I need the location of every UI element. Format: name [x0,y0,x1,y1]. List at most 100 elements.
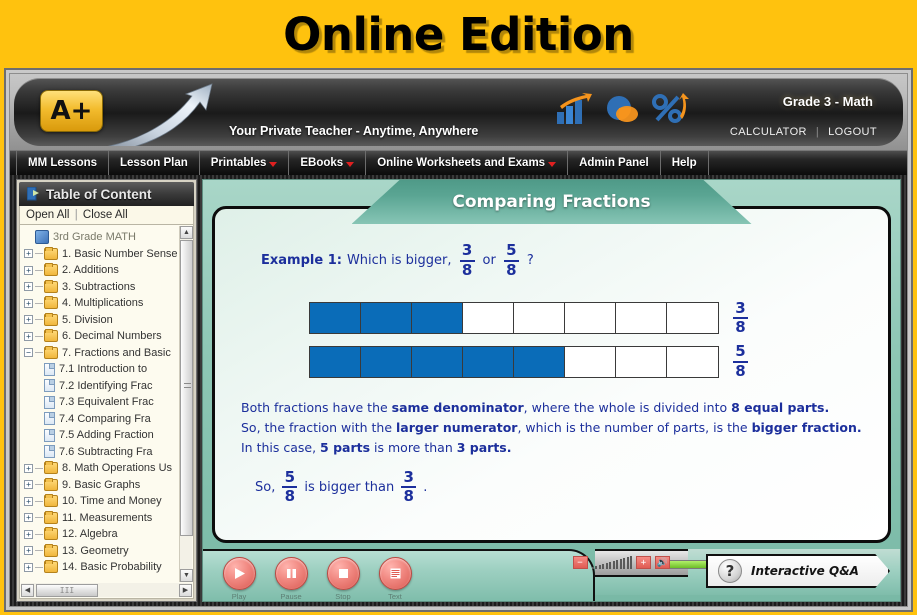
expand-icon[interactable]: + [24,282,33,292]
toc-tree-item[interactable]: +8. Math Operations Us [20,460,179,477]
expand-icon[interactable]: + [24,298,33,308]
toc-tree-item[interactable]: +6. Decimal Numbers [20,328,179,345]
toc-header: Table of Content [19,182,194,206]
close-all-link[interactable]: Close All [83,209,128,221]
scroll-left-button[interactable]: ◀ [21,583,34,597]
collapse-icon[interactable]: − [24,348,33,358]
toc-tree-item[interactable]: +4. Multiplications [20,295,179,312]
volume-meter-bar [598,565,601,569]
menu-item-admin-panel[interactable]: Admin Panel [568,151,661,175]
workspace: Table of Content Open All | Close All 3r… [10,175,907,606]
volume-meter-bar [595,566,597,569]
toc-tree-item[interactable]: +11. Measurements [20,510,179,527]
volume-meter-bar [591,567,594,569]
fraction-numerator: 5 [284,467,296,486]
toc-tree-item-label: 7.5 Adding Fraction [59,429,154,442]
application-inner: A+ Your Private Teacher - Anytime, Anywh… [9,73,908,607]
page-icon [44,445,55,459]
fraction-bar-label: 58 [733,343,748,380]
app-header-panel: A+ Your Private Teacher - Anytime, Anywh… [14,78,903,146]
folder-icon [44,527,58,541]
scroll-right-button[interactable]: ▶ [179,583,192,597]
chevron-down-icon [548,161,557,167]
media-button-label: Play [231,592,247,601]
toc-tree-item[interactable]: +1. Basic Number Sense [20,246,179,263]
vertical-scroll-thumb[interactable] [180,240,193,536]
toc-tree-item[interactable]: +14. Basic Probability [20,559,179,576]
menu-item-ebooks[interactable]: EBooks [289,151,367,175]
horizontal-scroll-thumb[interactable]: III [36,583,98,597]
grade-subject-label: Grade 3 - Math [782,94,873,109]
menu-item-mm-lessons[interactable]: MM Lessons [16,151,110,175]
percent-icon [652,93,689,123]
expand-icon[interactable]: + [24,562,33,572]
toc-tree-item[interactable]: 7.2 Identifying Frac [20,378,179,395]
toc-horizontal-scrollbar[interactable]: ◀ III ▶ [21,583,192,597]
fraction-bar-row: 38 [309,300,862,337]
fraction-cell-filled [412,303,463,334]
expand-icon[interactable]: + [24,529,33,539]
example-question-start: Which is bigger, [346,253,452,269]
expand-icon[interactable]: + [24,480,33,490]
toc-tree-item[interactable]: +5. Division [20,312,179,329]
play-button[interactable]: Play [221,557,257,601]
scroll-up-button[interactable]: ▲ [180,226,193,239]
toc-tree-item[interactable]: 7.6 Subtracting Fra [20,444,179,461]
menu-item-lesson-plan[interactable]: Lesson Plan [109,151,200,175]
stop-button[interactable]: Stop [325,557,361,601]
toc-tree-item-label: 3rd Grade MATH [53,231,136,244]
toc-tree-item[interactable]: − 7. Fractions and Basic [20,345,179,362]
menu-item-online-worksheets-and-exams[interactable]: Online Worksheets and Exams [366,151,569,175]
menu-item-printables[interactable]: Printables [200,151,290,175]
fraction-bar-diagrams: 3858 [309,300,862,380]
volume-level-meter[interactable] [591,556,632,569]
toc-tree-item-label: 13. Geometry [62,544,129,557]
volume-down-button[interactable]: − [572,556,588,569]
pause-button[interactable]: Pause [273,557,309,601]
toc-tree-item[interactable]: +3. Subtractions [20,279,179,296]
interactive-qa-button[interactable]: ? Interactive Q&A [706,554,890,588]
toc-tree-item-label: 7.4 Comparing Fra [59,412,151,425]
volume-up-button[interactable]: + [636,556,651,569]
fraction-numerator: 3 [461,241,473,259]
volume-meter-bar [605,563,608,569]
seek-strip: − + 🔊 [572,549,811,577]
expand-icon[interactable]: + [24,249,33,259]
expand-icon[interactable]: + [24,331,33,341]
toc-tree-item[interactable]: 7.4 Comparing Fra [20,411,179,428]
toc-tree-item[interactable]: 7.1 Introduction to [20,361,179,378]
toc-tree-item[interactable]: 7.5 Adding Fraction [20,427,179,444]
toc-tree-item[interactable]: +9. Basic Graphs [20,477,179,494]
scroll-down-button[interactable]: ▼ [180,569,193,582]
expand-icon[interactable]: + [24,315,33,325]
menu-item-help[interactable]: Help [661,151,709,175]
calculator-link[interactable]: CALCULATOR [730,126,807,138]
toc-tree-item[interactable]: 3rd Grade MATH [20,229,179,246]
menu-item-label: Printables [210,157,267,169]
fraction-bar-label: 38 [733,300,748,337]
expand-icon[interactable]: + [24,513,33,523]
lesson-content: Example 1: Which is bigger, 3 8 or 5 8 ?… [215,209,888,540]
volume-meter-bar [623,558,625,569]
header-links: CALCULATOR | LOGOUT [730,126,877,138]
lesson-title-banner: Comparing Fractions [351,180,752,224]
toc-tree-item[interactable]: 7.3 Equivalent Frac [20,394,179,411]
toc-tree-item[interactable]: +2. Additions [20,262,179,279]
application-frame: A+ Your Private Teacher - Anytime, Anywh… [4,68,913,612]
toc-vertical-scrollbar[interactable]: ▲ ▼ [179,226,193,582]
expand-icon[interactable]: + [24,546,33,556]
logout-link[interactable]: LOGOUT [828,126,877,138]
online-edition-banner: Online Edition [0,0,917,68]
text-icon [378,557,412,590]
toc-tree-item[interactable]: +13. Geometry [20,543,179,560]
speaker-icon[interactable]: 🔊 [655,556,670,569]
expand-icon[interactable]: + [24,265,33,275]
expand-icon[interactable]: + [24,496,33,506]
toc-tree-item[interactable]: +10. Time and Money [20,493,179,510]
explanation-emphasis: 5 parts [320,440,371,456]
text-button[interactable]: Text [377,557,413,601]
toc-tree-item[interactable]: +12. Algebra [20,526,179,543]
expand-icon[interactable]: + [24,463,33,473]
open-all-link[interactable]: Open All [26,209,69,221]
